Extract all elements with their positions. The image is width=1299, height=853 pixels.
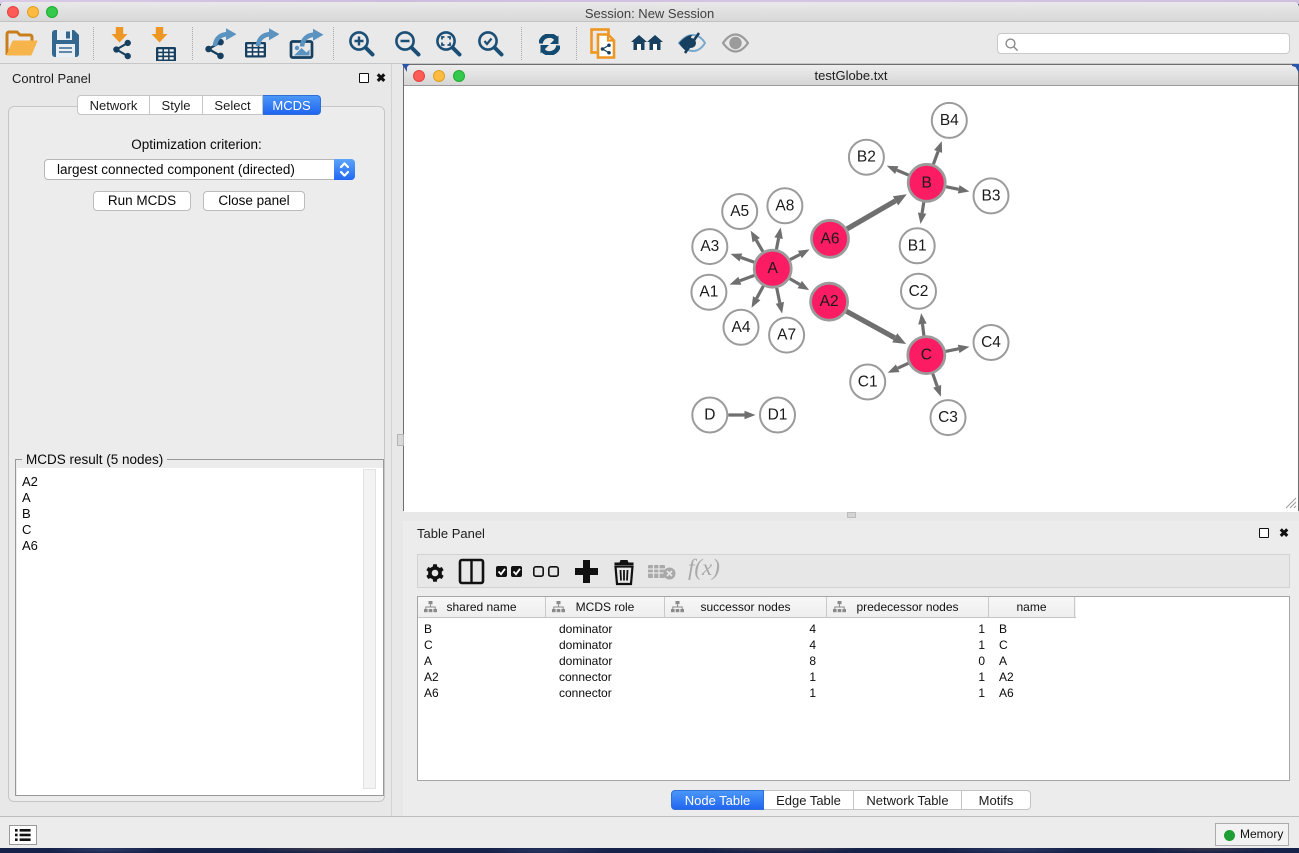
svg-text:A8: A8 <box>775 197 794 214</box>
svg-text:A2: A2 <box>820 293 839 310</box>
svg-text:B: B <box>922 174 932 191</box>
svg-text:B4: B4 <box>940 112 959 129</box>
svg-text:B2: B2 <box>857 149 876 166</box>
svg-text:C4: C4 <box>981 334 1001 351</box>
svg-text:A6: A6 <box>821 230 840 247</box>
svg-text:C: C <box>921 347 932 364</box>
svg-text:B3: B3 <box>982 187 1001 204</box>
svg-text:A7: A7 <box>777 327 796 344</box>
svg-text:B1: B1 <box>908 237 927 254</box>
svg-text:C2: C2 <box>909 283 929 300</box>
svg-text:A3: A3 <box>700 238 719 255</box>
svg-text:D: D <box>704 407 715 424</box>
svg-text:C3: C3 <box>938 409 958 426</box>
svg-text:C1: C1 <box>858 374 878 391</box>
svg-text:A1: A1 <box>699 284 718 301</box>
svg-text:D1: D1 <box>768 407 788 424</box>
svg-text:A: A <box>768 260 779 277</box>
svg-text:A4: A4 <box>732 319 751 336</box>
svg-text:A5: A5 <box>730 203 749 220</box>
